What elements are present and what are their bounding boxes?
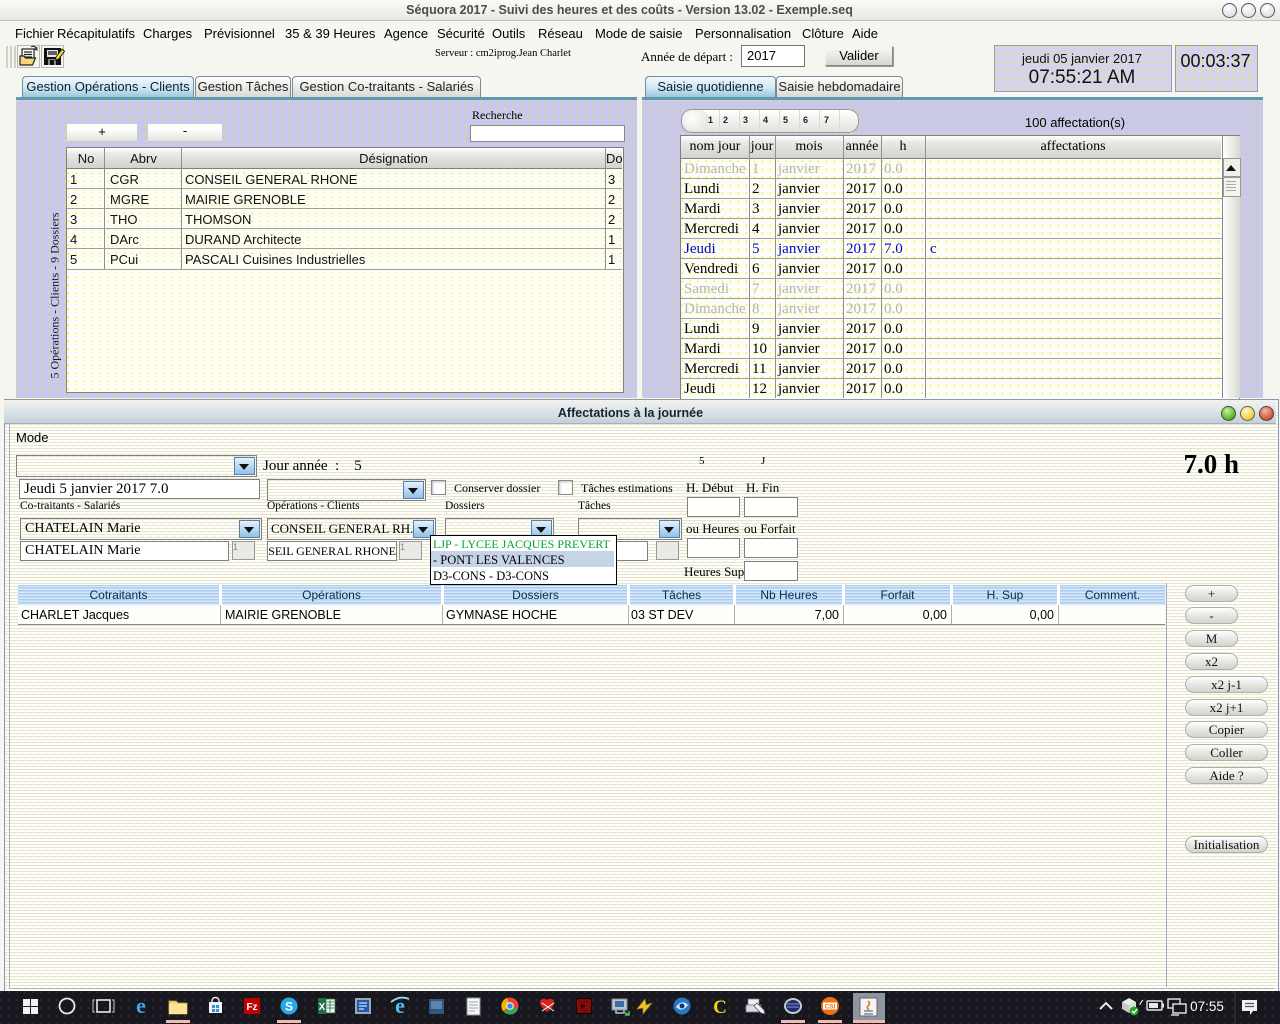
svg-text:CSI: CSI [825, 1004, 836, 1011]
svg-text:07:55: 07:55 [1190, 999, 1224, 1014]
svg-text:S: S [285, 1000, 293, 1014]
svg-text:e: e [136, 993, 146, 1018]
svg-text:C: C [713, 997, 727, 1018]
svg-text:Fz: Fz [246, 1002, 257, 1013]
svg-text:X: X [319, 1002, 326, 1013]
